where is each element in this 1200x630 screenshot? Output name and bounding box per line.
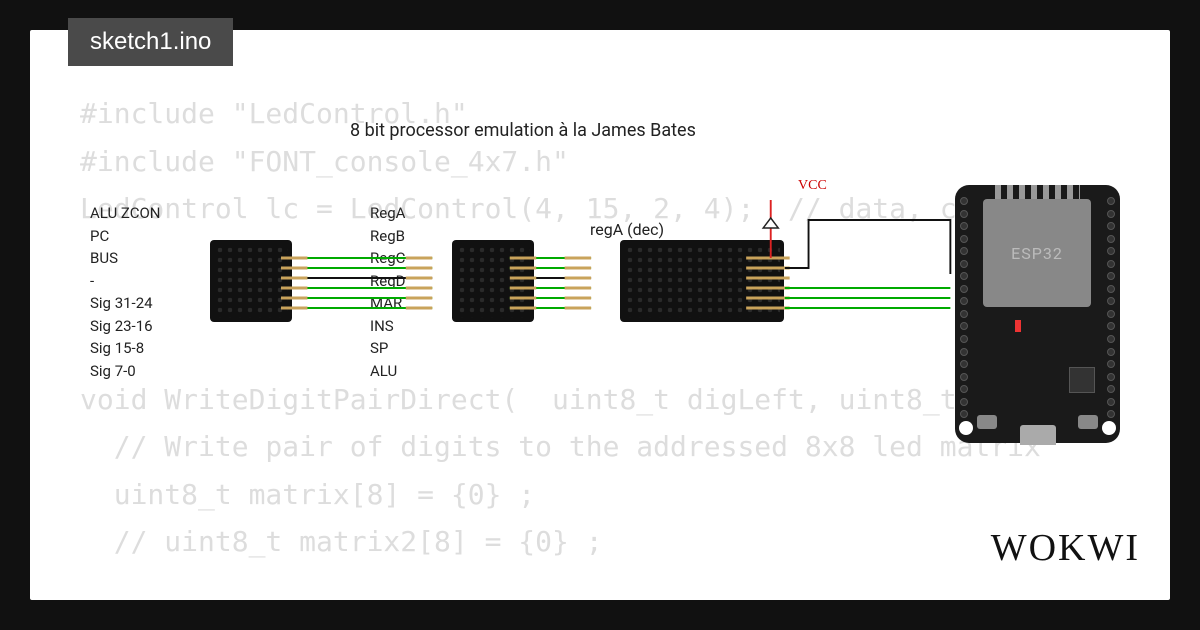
diagram-title: 8 bit processor emulation à la James Bat…: [350, 120, 696, 141]
rega-dec-label: regA (dec): [590, 220, 664, 239]
signal-label: ALU ZCON: [90, 202, 161, 225]
register-label: RegC: [370, 247, 405, 270]
signal-label: Sig 23-16: [90, 315, 161, 338]
preview-card: #include "LedControl.h" #include "FONT_c…: [30, 30, 1170, 600]
wokwi-logo: WOKWI: [991, 526, 1140, 570]
labels-group-left: ALU ZCONPCBUS-Sig 31-24Sig 23-16Sig 15-8…: [90, 202, 161, 382]
signal-label: Sig 31-24: [90, 292, 161, 315]
signal-label: Sig 7-0: [90, 360, 161, 383]
led-matrix-2: [452, 240, 534, 322]
circuit-diagram: 8 bit processor emulation à la James Bat…: [90, 120, 1130, 420]
esp32-chip-label: ESP32: [1011, 244, 1063, 263]
signal-label: Sig 15-8: [90, 337, 161, 360]
esp32-board: ESP32: [955, 185, 1120, 443]
signal-label: BUS: [90, 247, 161, 270]
register-label: SP: [370, 337, 405, 360]
register-label: MAR: [370, 292, 405, 315]
file-tab-label: sketch1.ino: [90, 28, 211, 55]
esp32-antenna: [995, 185, 1080, 199]
register-label: ALU: [370, 360, 405, 383]
esp32-shield: ESP32: [983, 199, 1091, 307]
mount-hole-icon: [1102, 421, 1116, 435]
register-label: RegB: [370, 225, 405, 248]
esp32-en-button[interactable]: [977, 415, 997, 429]
esp32-pins-right: [1107, 197, 1115, 431]
esp32-usb-chip-icon: [1069, 367, 1095, 393]
esp32-boot-button[interactable]: [1078, 415, 1098, 429]
register-label: INS: [370, 315, 405, 338]
esp32-usb-port-icon: [1020, 425, 1056, 445]
file-tab[interactable]: sketch1.ino: [68, 18, 233, 66]
signal-label: -: [90, 270, 161, 293]
signal-label: PC: [90, 225, 161, 248]
mount-hole-icon: [959, 421, 973, 435]
esp32-power-led-icon: [1015, 320, 1021, 332]
led-matrix-3: [620, 240, 784, 322]
led-matrix-1: [210, 240, 292, 322]
labels-group-mid: RegARegBRegCRegDMARINSSPALU: [370, 202, 405, 382]
register-label: RegD: [370, 270, 405, 293]
esp32-pins-left: [960, 197, 968, 431]
register-label: RegA: [370, 202, 405, 225]
vcc-label: VCC: [798, 178, 827, 194]
